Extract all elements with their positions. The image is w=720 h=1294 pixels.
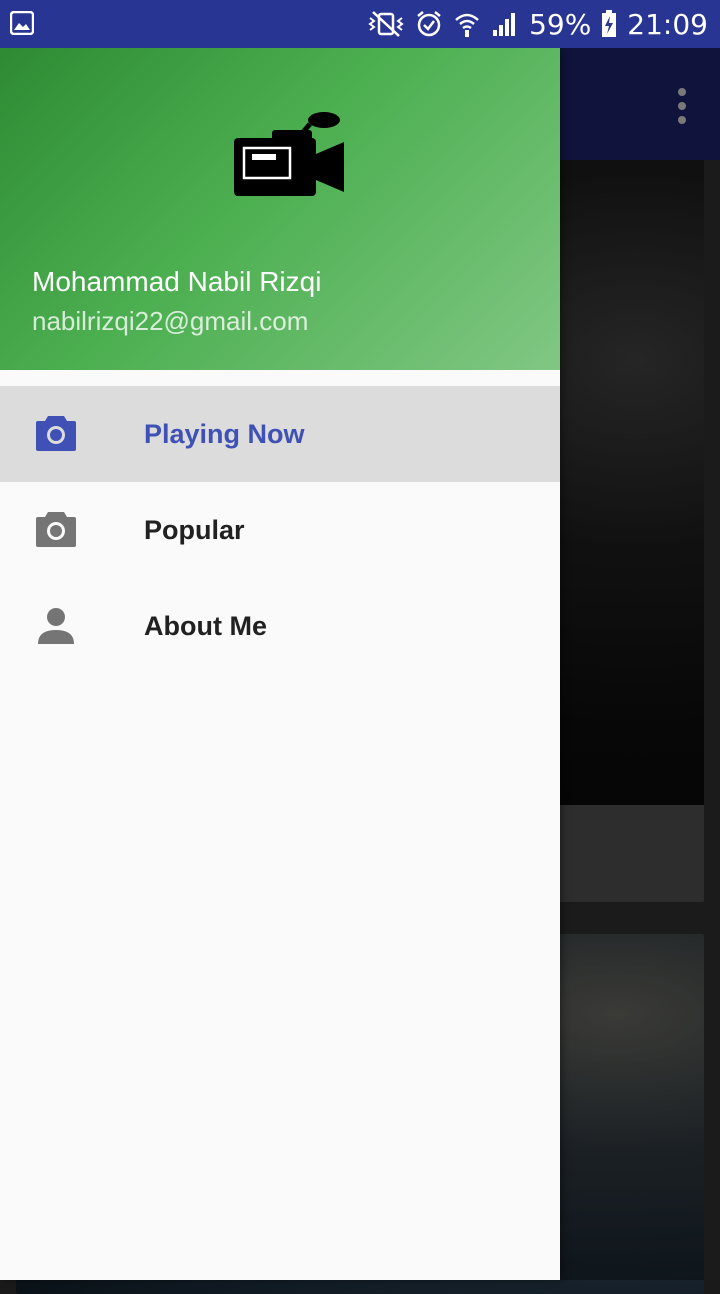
drawer-header: Mohammad Nabil Rizqi nabilrizqi22@gmail.… <box>0 48 560 370</box>
camera-icon <box>36 416 76 451</box>
person-icon <box>38 608 74 644</box>
navigation-drawer: Mohammad Nabil Rizqi nabilrizqi22@gmail.… <box>0 48 560 1280</box>
signal-icon <box>493 13 516 36</box>
status-time: 21:09 <box>627 7 708 41</box>
nav-item-playing-now[interactable]: Playing Now <box>0 386 560 482</box>
nav-item-popular[interactable]: Popular <box>0 482 560 578</box>
camera-icon <box>36 512 76 547</box>
nav-item-label: Playing Now <box>144 419 305 449</box>
nav-item-label: About Me <box>144 611 267 641</box>
status-bar: 59% 21:09 <box>0 0 720 48</box>
video-camera-icon <box>234 112 344 196</box>
wifi-icon <box>455 13 479 37</box>
nav-item-about-me[interactable]: About Me <box>0 578 560 674</box>
nav-item-label: Popular <box>144 515 245 545</box>
alarm-icon <box>417 11 441 37</box>
user-email: nabilrizqi22@gmail.com <box>32 306 309 336</box>
vibrate-icon <box>368 11 404 37</box>
battery-charging-icon <box>602 10 617 37</box>
user-name: Mohammad Nabil Rizqi <box>32 266 322 297</box>
battery-percent: 59% <box>529 7 592 41</box>
image-notification-icon <box>10 11 34 35</box>
